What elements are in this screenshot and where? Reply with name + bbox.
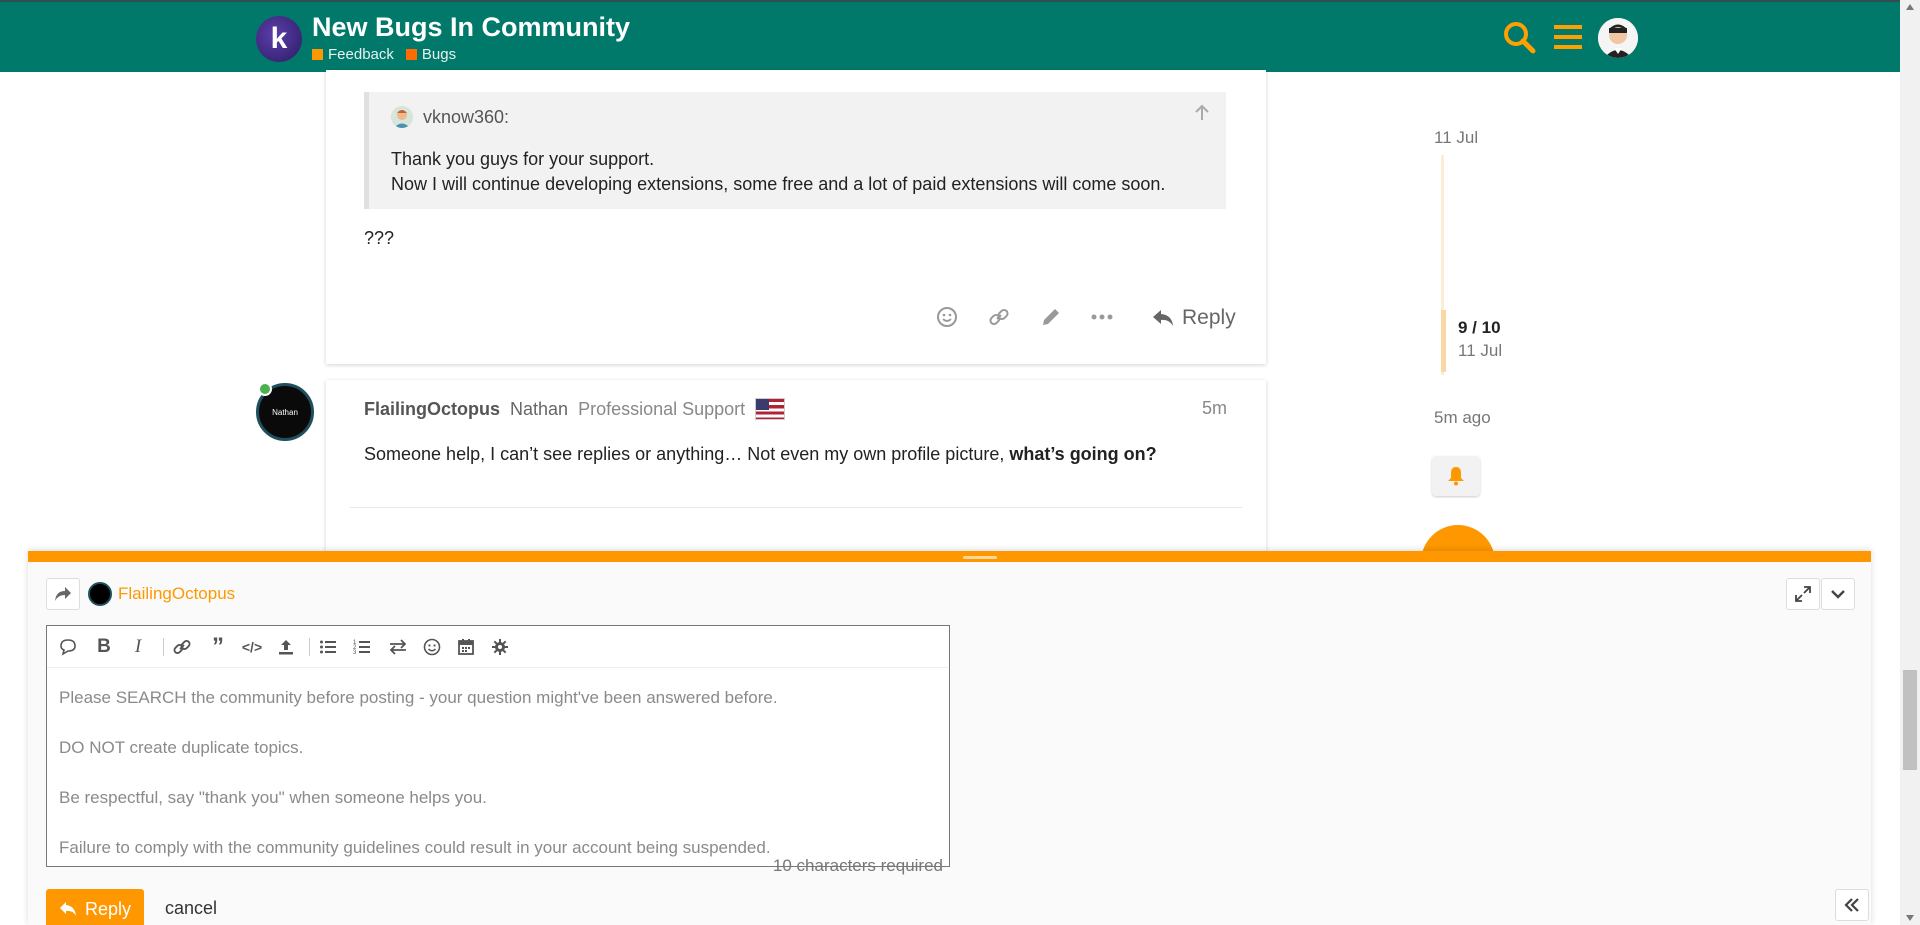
quote-line: Thank you guys for your support. xyxy=(391,149,655,169)
timeline-position-count: 9 / 10 xyxy=(1458,318,1501,337)
cancel-link[interactable]: cancel xyxy=(165,898,217,919)
post-full-name[interactable]: Nathan xyxy=(510,399,568,420)
category-label: Feedback xyxy=(328,46,394,63)
double-chevron-left-icon xyxy=(1844,898,1859,912)
reply-composer: FlailingOctopus B I ” </> 123 Please SEA… xyxy=(28,551,1871,925)
reply-label: Reply xyxy=(1182,306,1236,329)
submit-reply-button[interactable]: Reply xyxy=(46,889,144,925)
bold-icon[interactable]: B xyxy=(93,636,115,658)
site-header: k New Bugs In Community Feedback Bugs xyxy=(0,0,1900,72)
fullscreen-button[interactable] xyxy=(1786,578,1820,610)
category-color-swatch xyxy=(312,49,323,60)
post-reply-button[interactable]: Reply xyxy=(1152,306,1236,330)
editor: B I ” </> 123 Please SEARCH the communit… xyxy=(46,625,950,875)
quote-header: vknow360: xyxy=(391,106,509,128)
logo-letter: k xyxy=(270,22,288,55)
avatar-text: Nathan xyxy=(272,407,298,417)
more-options-icon[interactable] xyxy=(1090,306,1114,333)
category-feedback[interactable]: Feedback xyxy=(312,46,394,63)
toggle-direction-icon[interactable] xyxy=(387,636,409,658)
code-icon[interactable]: </> xyxy=(241,636,263,658)
characters-required-hint: 10 characters required xyxy=(772,856,943,875)
italic-icon[interactable]: I xyxy=(127,636,149,658)
emoji-icon[interactable] xyxy=(421,636,443,658)
arrow-up-icon[interactable] xyxy=(1194,104,1210,127)
placeholder-line: Please SEARCH the community before posti… xyxy=(59,688,778,707)
timeline-start-date[interactable]: 11 Jul xyxy=(1434,128,1478,148)
link-icon[interactable] xyxy=(988,306,1010,333)
post-body: Someone help, I can’t see replies or any… xyxy=(364,444,1157,465)
chevron-down-icon xyxy=(1831,590,1845,599)
site-logo[interactable]: k xyxy=(256,16,302,62)
bell-icon xyxy=(1448,467,1464,486)
expand-icon xyxy=(1795,586,1811,602)
placeholder-line: Be respectful, say "thank you" when some… xyxy=(59,788,487,807)
quote-block: vknow360: Thank you guys for your suppor… xyxy=(364,92,1226,209)
category-color-swatch xyxy=(405,49,417,60)
gear-icon[interactable] xyxy=(489,636,511,658)
post-date[interactable]: 5m xyxy=(1202,398,1227,419)
quote-line: Now I will continue developing extension… xyxy=(391,174,1166,194)
bullet-list-icon[interactable] xyxy=(317,636,339,658)
post-meta: FlailingOctopus Nathan Professional Supp… xyxy=(364,398,786,420)
user-avatar[interactable] xyxy=(1598,18,1638,58)
breadcrumb: Feedback Bugs xyxy=(312,46,456,63)
placeholder-line: DO NOT create duplicate topics. xyxy=(59,738,304,757)
online-status-dot xyxy=(258,382,272,396)
blockquote-icon[interactable] xyxy=(57,636,79,658)
reply-label: Reply xyxy=(84,898,132,919)
page-scrollbar[interactable] xyxy=(1900,0,1920,925)
toolbar-separator xyxy=(309,638,310,656)
scroll-down-arrow[interactable] xyxy=(1906,915,1914,921)
numbered-list-icon[interactable]: 123 xyxy=(351,636,373,658)
quote-username[interactable]: vknow360: xyxy=(423,107,509,128)
toggle-preview-button[interactable] xyxy=(1835,889,1869,921)
hamburger-menu-icon[interactable] xyxy=(1553,20,1583,59)
reply-icon xyxy=(59,902,76,916)
composer-resize-grip[interactable] xyxy=(963,556,997,559)
topic-title[interactable]: New Bugs In Community xyxy=(312,12,630,43)
hyperlink-icon[interactable] xyxy=(171,636,193,658)
category-label: Bugs xyxy=(421,46,457,63)
us-flag-icon xyxy=(755,398,786,420)
toolbar-separator xyxy=(163,638,164,656)
quote-icon[interactable]: ” xyxy=(207,633,229,660)
quote-body: Thank you guys for your support. Now I w… xyxy=(391,147,1165,197)
composer-user-avatar xyxy=(88,582,112,606)
post-username[interactable]: FlailingOctopus xyxy=(364,399,500,420)
post-divider xyxy=(350,507,1242,508)
timeline-position-date: 11 Jul xyxy=(1458,341,1503,360)
timeline-position: 9 / 10 11 Jul xyxy=(1458,318,1502,361)
reply-icon xyxy=(1153,310,1173,326)
upload-icon[interactable] xyxy=(275,636,297,658)
emoji-icon[interactable] xyxy=(936,306,958,333)
minimize-composer-button[interactable] xyxy=(1821,578,1855,610)
search-icon[interactable] xyxy=(1502,20,1536,59)
notification-bell-button[interactable] xyxy=(1432,456,1480,496)
post-body: ??? xyxy=(364,228,395,248)
editor-toolbar: B I ” </> 123 xyxy=(47,626,949,668)
quote-avatar[interactable] xyxy=(391,106,413,128)
post-text: Someone help, I can’t see replies or any… xyxy=(364,444,1010,464)
placeholder-line: Failure to comply with the community gui… xyxy=(59,838,771,857)
user-title: Professional Support xyxy=(578,398,746,419)
reply-options-button[interactable] xyxy=(46,578,80,610)
timeline-scroll-handle[interactable] xyxy=(1441,310,1446,372)
calendar-icon[interactable] xyxy=(455,636,477,658)
category-bugs[interactable]: Bugs xyxy=(405,46,457,63)
scroll-up-arrow[interactable] xyxy=(1906,4,1914,10)
svg-text:3: 3 xyxy=(353,650,357,656)
composer-username: FlailingOctopus xyxy=(118,584,236,603)
editor-textarea-placeholder[interactable]: Please SEARCH the community before posti… xyxy=(59,688,778,888)
share-icon xyxy=(55,587,71,601)
scroll-thumb[interactable] xyxy=(1903,670,1917,770)
composer-reply-target[interactable]: FlailingOctopus xyxy=(88,582,235,606)
timeline-end-date[interactable]: 5m ago xyxy=(1434,408,1491,428)
post-text-bold: what’s going on? xyxy=(1009,444,1157,464)
pencil-icon[interactable] xyxy=(1040,306,1062,333)
